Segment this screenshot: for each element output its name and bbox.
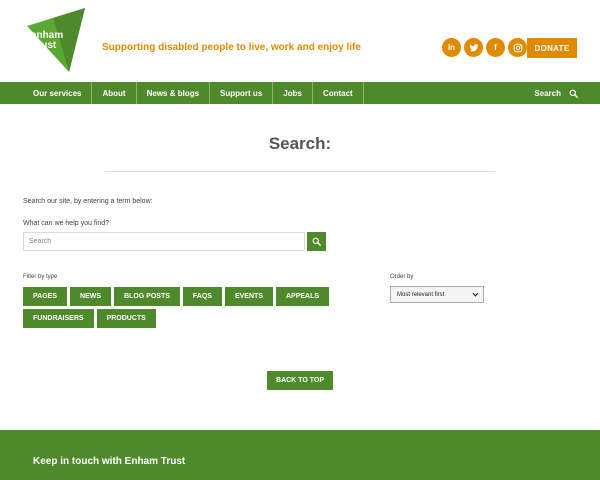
search-icon <box>569 89 578 98</box>
filter-row-2: FUNDRAISERS PRODUCTS <box>23 309 156 328</box>
order-by-select[interactable]: Most relevant first <box>390 286 484 303</box>
nav-item-support-us[interactable]: Support us <box>210 82 274 104</box>
filter-products-button[interactable]: PRODUCTS <box>96 309 156 328</box>
search-input[interactable] <box>23 232 305 251</box>
order-by-label: Order by <box>390 274 414 280</box>
footer-title: Keep in touch with Enham Trust <box>33 456 186 467</box>
facebook-icon[interactable]: f <box>486 38 505 57</box>
logo-text-line2: trust <box>34 40 57 51</box>
donate-button[interactable]: DONATE <box>527 38 577 58</box>
enham-trust-logo[interactable]: enham trust <box>23 8 87 72</box>
search-submit-button[interactable] <box>307 232 326 251</box>
search-field-label: What can we help you find? <box>23 220 109 227</box>
site-header: enham trust Supporting disabled people t… <box>0 0 600 82</box>
social-links: in f <box>442 38 527 57</box>
linkedin-icon[interactable]: in <box>442 38 461 57</box>
order-by-selected-value: Most relevant first <box>397 291 445 298</box>
nav-item-about[interactable]: About <box>92 82 137 104</box>
filter-faqs-button[interactable]: FAQS <box>182 287 222 306</box>
filter-pages-button[interactable]: PAGES <box>23 287 67 306</box>
back-to-top-button[interactable]: BACK TO TOP <box>267 371 333 390</box>
filter-news-button[interactable]: NEWS <box>70 287 111 306</box>
page-title: Search: <box>268 134 332 153</box>
nav-item-news-blogs[interactable]: News & blogs <box>137 82 211 104</box>
filter-events-button[interactable]: EVENTS <box>224 287 273 306</box>
nav-search-label: Search <box>534 88 561 98</box>
nav-search-toggle[interactable]: Search <box>534 82 578 104</box>
filter-row-1: PAGES NEWS BLOG POSTS FAQS EVENTS APPEAL… <box>23 287 330 306</box>
title-divider <box>105 171 495 172</box>
search-icon <box>312 237 321 246</box>
chevron-down-icon <box>472 292 479 297</box>
search-intro-text: Search our site, by entering a term belo… <box>23 198 153 205</box>
nav-item-our-services[interactable]: Our services <box>0 82 93 104</box>
twitter-icon[interactable] <box>464 38 483 57</box>
filter-appeals-button[interactable]: APPEALS <box>275 287 330 306</box>
filter-blog-posts-button[interactable]: BLOG POSTS <box>114 287 180 306</box>
main-nav: Our services About News & blogs Support … <box>0 82 600 104</box>
instagram-icon[interactable] <box>508 38 527 57</box>
filter-fundraisers-button[interactable]: FUNDRAISERS <box>23 309 94 328</box>
site-tagline: Supporting disabled people to live, work… <box>102 42 361 53</box>
nav-item-jobs[interactable]: Jobs <box>273 82 313 104</box>
filter-label: Filter by type <box>23 274 58 280</box>
site-footer: Keep in touch with Enham Trust <box>0 430 600 480</box>
nav-item-contact[interactable]: Contact <box>313 82 364 104</box>
